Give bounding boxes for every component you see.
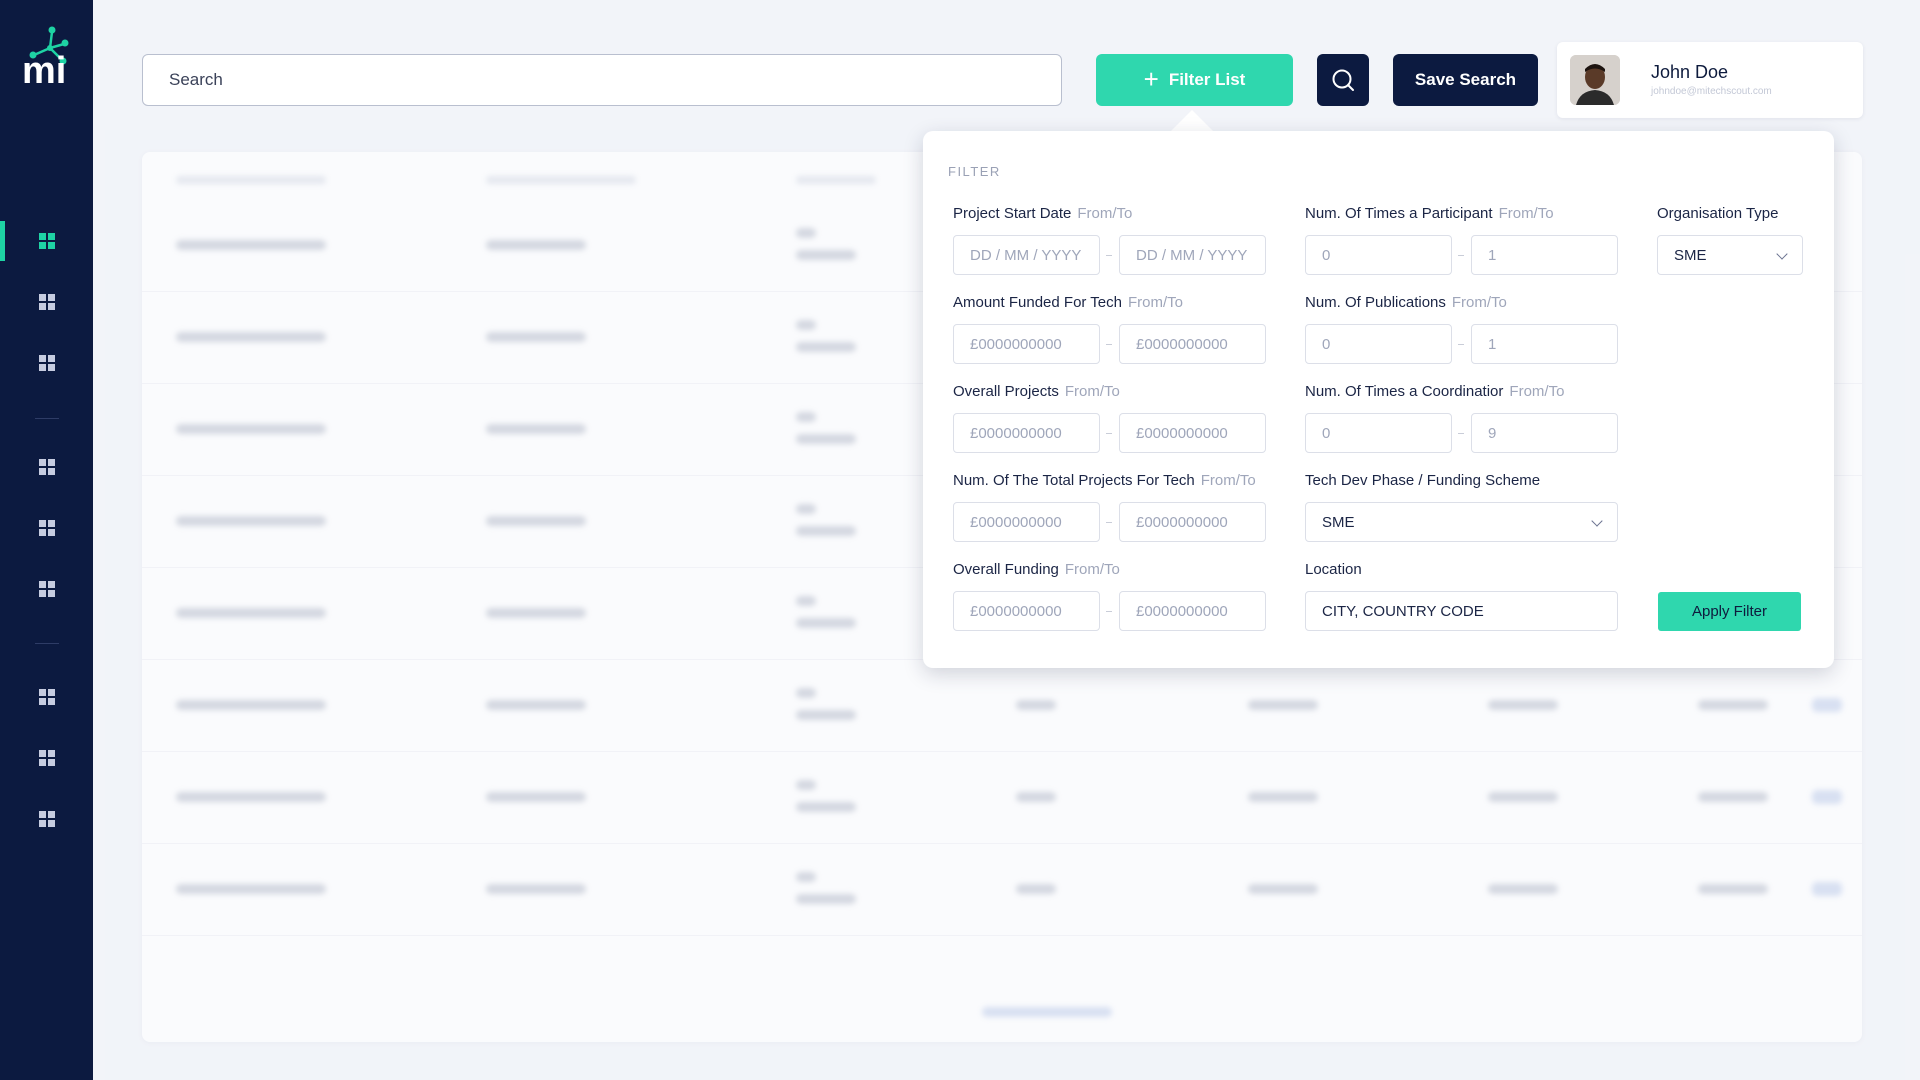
range-separator bbox=[1458, 344, 1464, 345]
search-button[interactable] bbox=[1317, 54, 1369, 106]
overall-projects-label: Overall Projects From/To bbox=[953, 383, 1120, 400]
publications-label: Num. Of Publications From/To bbox=[1305, 294, 1507, 311]
save-search-button[interactable]: Save Search bbox=[1393, 54, 1538, 106]
filter-panel-title: FILTER bbox=[948, 164, 1001, 179]
range-separator bbox=[1106, 255, 1112, 256]
total-projects-tech-label: Num. Of The Total Projects For Tech From/… bbox=[953, 472, 1256, 489]
overall-funding-label: Overall Funding From/To bbox=[953, 561, 1120, 578]
avatar bbox=[1570, 55, 1620, 105]
chevron-down-icon bbox=[1591, 515, 1603, 527]
logo-text: mi bbox=[22, 50, 67, 92]
sidebar-item-2[interactable] bbox=[0, 282, 93, 322]
range-separator bbox=[1458, 433, 1464, 434]
range-separator bbox=[1106, 522, 1112, 523]
search-icon bbox=[1332, 69, 1354, 91]
range-separator bbox=[1458, 255, 1464, 256]
times-participant-label: Num. Of Times a Participant From/To bbox=[1305, 205, 1554, 222]
apply-filter-button[interactable]: Apply Filter bbox=[1658, 592, 1801, 631]
sidebar-item-8[interactable] bbox=[0, 738, 93, 778]
sidebar-divider bbox=[35, 643, 59, 644]
organisation-type-select[interactable]: SME bbox=[1657, 235, 1803, 275]
overall-funding-to[interactable]: £0000000000 bbox=[1119, 591, 1266, 631]
filter-list-button[interactable]: + Filter List bbox=[1096, 54, 1293, 106]
grid-icon bbox=[38, 520, 55, 536]
publications-to[interactable]: 1 bbox=[1471, 324, 1618, 364]
filter-list-label: Filter List bbox=[1168, 70, 1246, 89]
tech-dev-phase-value: SME bbox=[1322, 513, 1355, 531]
user-name: John Doe bbox=[1651, 62, 1729, 82]
sidebar-item-1[interactable] bbox=[0, 221, 93, 261]
total-projects-tech-from[interactable]: £0000000000 bbox=[953, 502, 1100, 542]
range-separator bbox=[1106, 344, 1112, 345]
filter-panel: FILTER Project Start Date From/To DD / MM… bbox=[923, 131, 1834, 668]
location-input[interactable]: CITY, COUNTRY CODE bbox=[1305, 591, 1618, 631]
search-input[interactable]: Search bbox=[142, 54, 1062, 106]
project-start-date-to[interactable]: DD / MM / YYYY bbox=[1119, 235, 1266, 275]
plus-icon: + bbox=[1143, 63, 1159, 94]
project-start-date-from[interactable]: DD / MM / YYYY bbox=[953, 235, 1100, 275]
grid-icon bbox=[38, 581, 55, 597]
publications-from[interactable]: 0 bbox=[1305, 324, 1452, 364]
user-email: johndoe@mitechscout.com bbox=[1651, 86, 1772, 97]
sidebar-item-6[interactable] bbox=[0, 569, 93, 609]
grid-icon bbox=[38, 459, 55, 475]
range-separator bbox=[1106, 611, 1112, 612]
times-coordinator-from[interactable]: 0 bbox=[1305, 413, 1452, 453]
overall-projects-from[interactable]: £0000000000 bbox=[953, 413, 1100, 453]
project-start-date-label: Project Start Date From/To bbox=[953, 205, 1133, 222]
organisation-type-value: SME bbox=[1674, 246, 1707, 264]
times-coordinator-to[interactable]: 9 bbox=[1471, 413, 1618, 453]
search-placeholder: Search bbox=[169, 70, 223, 89]
grid-icon bbox=[38, 294, 55, 310]
overall-projects-to[interactable]: £0000000000 bbox=[1119, 413, 1266, 453]
grid-icon bbox=[38, 689, 55, 705]
grid-icon bbox=[38, 355, 55, 371]
sidebar-item-7[interactable] bbox=[0, 677, 93, 717]
sidebar-item-4[interactable] bbox=[0, 447, 93, 487]
organisation-type-label: Organisation Type bbox=[1657, 205, 1779, 222]
sidebar-item-9[interactable] bbox=[0, 799, 93, 839]
grid-icon bbox=[38, 811, 55, 827]
sidebar-item-3[interactable] bbox=[0, 343, 93, 383]
sidebar-divider bbox=[35, 418, 59, 419]
total-projects-tech-to[interactable]: £0000000000 bbox=[1119, 502, 1266, 542]
grid-icon bbox=[38, 750, 55, 766]
user-card[interactable]: John Doe johndoe@mitechscout.com bbox=[1557, 42, 1863, 118]
times-participant-from[interactable]: 0 bbox=[1305, 235, 1452, 275]
amount-funded-to[interactable]: £0000000000 bbox=[1119, 324, 1266, 364]
amount-funded-label: Amount Funded For Tech From/To bbox=[953, 294, 1183, 311]
times-coordinator-label: Num. Of Times a Coordinatior From/To bbox=[1305, 383, 1565, 400]
overall-funding-from[interactable]: £0000000000 bbox=[953, 591, 1100, 631]
tech-dev-phase-select[interactable]: SME bbox=[1305, 502, 1618, 542]
times-participant-to[interactable]: 1 bbox=[1471, 235, 1618, 275]
chevron-down-icon bbox=[1776, 248, 1788, 260]
sidebar-item-5[interactable] bbox=[0, 508, 93, 548]
range-separator bbox=[1106, 433, 1112, 434]
grid-icon bbox=[38, 233, 55, 249]
sidebar: mi bbox=[0, 0, 93, 1080]
amount-funded-from[interactable]: £0000000000 bbox=[953, 324, 1100, 364]
location-label: Location bbox=[1305, 561, 1362, 578]
popover-caret bbox=[1170, 110, 1214, 132]
tech-dev-phase-label: Tech Dev Phase / Funding Scheme bbox=[1305, 472, 1541, 489]
